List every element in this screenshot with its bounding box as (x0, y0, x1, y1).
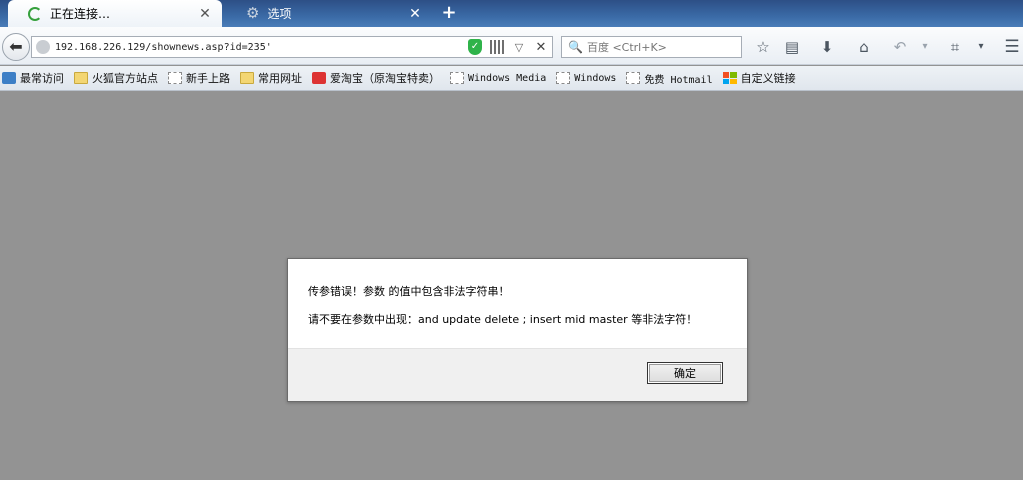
search-bar[interactable]: 🔍 (561, 36, 742, 58)
crop-dropdown-icon[interactable]: ▾ (970, 37, 992, 57)
screenshot-crop-icon[interactable]: ⌗ (944, 37, 966, 57)
tab-options[interactable]: ⚙ 选项 ✕ (226, 0, 432, 27)
security-shield-icon[interactable]: ✓ (467, 39, 483, 55)
folder-icon (240, 72, 254, 84)
undo-dropdown-icon[interactable]: ▾ (914, 37, 936, 57)
page-icon (450, 72, 464, 84)
taobao-icon (312, 72, 326, 84)
bookmark-firefox-official[interactable]: 火狐官方站点 (74, 70, 158, 86)
back-button[interactable]: ⬅ (2, 33, 30, 61)
most-visited-icon (2, 72, 16, 84)
bookmark-hotmail[interactable]: 免费 Hotmail (626, 71, 713, 86)
url-bar[interactable]: 192.168.226.129/shownews.asp?id=235' ✓ ▽… (31, 36, 553, 58)
tab-title: 选项 (267, 7, 292, 21)
bookmark-taobao[interactable]: 爱淘宝（原淘宝特卖） (312, 70, 440, 86)
new-tab-button[interactable]: + (438, 3, 460, 23)
alert-message-line1: 传参错误！参数 的值中包含非法字符串！ (308, 285, 510, 298)
bookmark-windows[interactable]: Windows (556, 72, 616, 84)
site-identity-icon[interactable] (36, 40, 50, 54)
search-input[interactable] (586, 40, 737, 54)
reading-list-icon[interactable]: ▤ (781, 37, 803, 57)
download-icon[interactable]: ⬇ (816, 37, 838, 57)
bookmark-windows-media[interactable]: Windows Media (450, 72, 546, 84)
loading-spinner-icon (28, 6, 42, 21)
bookmark-common-sites[interactable]: 常用网址 (240, 70, 302, 86)
history-dropdown-icon[interactable]: ▽ (511, 39, 527, 55)
alert-dialog: 传参错误！参数 的值中包含非法字符串！ 请不要在参数中出现：and update… (287, 258, 748, 402)
bookmark-most-visited[interactable]: 最常访问 (2, 70, 64, 86)
bookmark-customize-links[interactable]: 自定义链接 (722, 70, 796, 86)
home-icon[interactable]: ⌂ (853, 37, 875, 57)
tab-connecting[interactable]: 正在连接… ✕ (8, 0, 222, 27)
dialog-footer: 确定 (288, 348, 747, 401)
page-icon (556, 72, 571, 84)
close-tab-icon[interactable]: ✕ (198, 7, 212, 21)
search-icon: 🔍 (568, 40, 583, 54)
bookmark-star-icon[interactable]: ☆ (752, 37, 774, 57)
qr-code-icon[interactable] (489, 39, 505, 55)
url-text[interactable]: 192.168.226.129/shownews.asp?id=235' (55, 42, 464, 53)
windows-logo-icon (722, 72, 737, 84)
alert-message-line2: 请不要在参数中出现：and update delete ; insert mid… (308, 313, 698, 326)
ok-button[interactable]: 确定 (647, 362, 723, 384)
undo-icon[interactable]: ↶ (889, 37, 911, 57)
bookmarks-toolbar: 最常访问 火狐官方站点 新手上路 常用网址 爱淘宝（原淘宝特卖） Windows… (0, 66, 1023, 91)
tab-strip: 正在连接… ✕ ⚙ 选项 ✕ + (0, 0, 1023, 27)
bookmark-getting-started[interactable]: 新手上路 (168, 70, 230, 86)
tab-title: 正在连接… (50, 7, 111, 21)
page-icon (168, 72, 182, 84)
stop-icon[interactable]: ✕ (533, 39, 549, 55)
page-icon (626, 72, 641, 84)
menu-icon[interactable]: ☰ (1001, 37, 1023, 57)
close-tab-icon[interactable]: ✕ (408, 7, 422, 21)
gear-icon: ⚙ (246, 4, 260, 22)
folder-icon (74, 72, 88, 84)
